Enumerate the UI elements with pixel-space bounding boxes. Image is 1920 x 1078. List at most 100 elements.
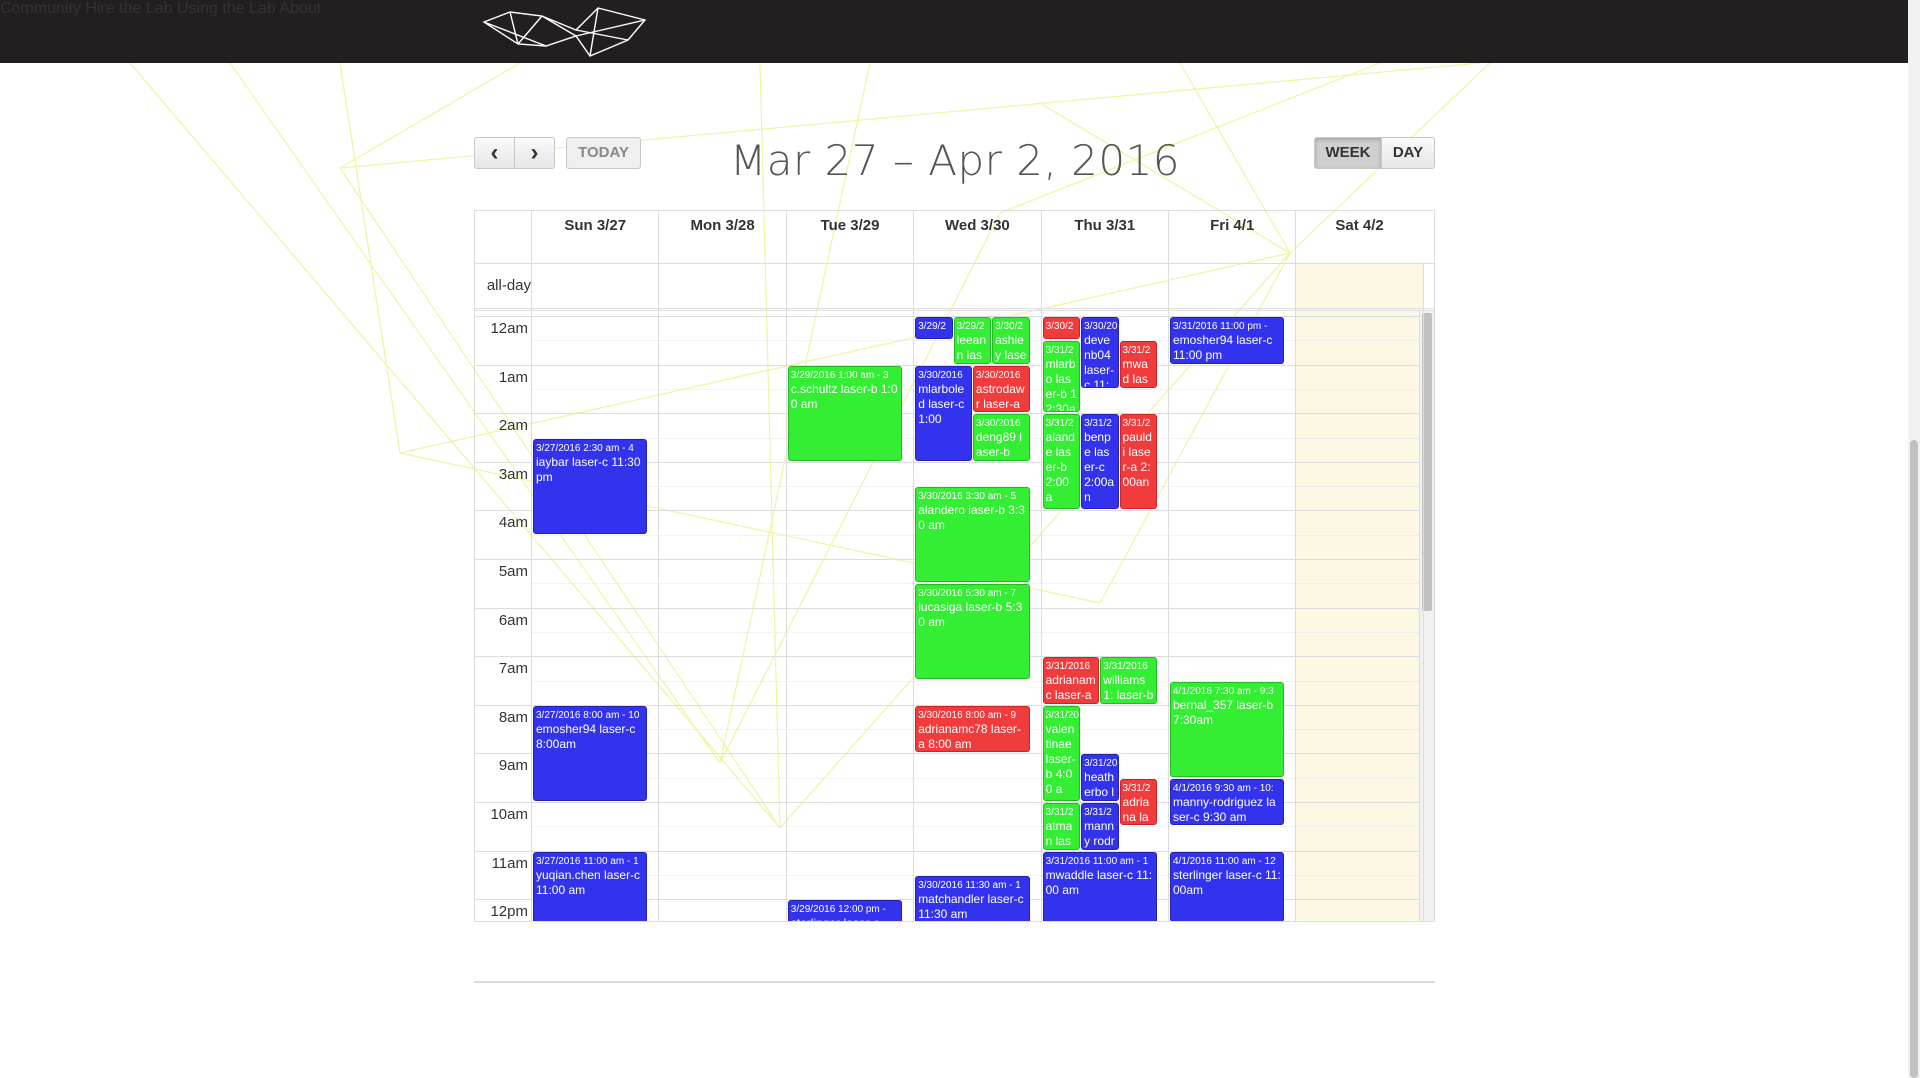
time-label: 4am — [498, 514, 528, 532]
day-header: Fri 4/1 — [1168, 211, 1295, 263]
calendar-event[interactable]: 3/31/2016heatherbo laser-c — [1081, 754, 1119, 801]
calendar-event[interactable]: 3/31/2mwad laser-a — [1119, 341, 1157, 388]
event-title: iaybar laser-c 11:30 pm — [536, 454, 641, 484]
day-separator — [1040, 311, 1042, 921]
calendar-event[interactable]: 3/30/2016 deng89 laser-b — [972, 414, 1030, 461]
event-time: 3/30/2016 — [975, 369, 1021, 381]
event-time: 3/29/2 — [918, 321, 946, 332]
calendar-event[interactable]: 4/1/2016 9:30 am - 10: manny-rodriguez la… — [1170, 778, 1285, 826]
calendar-event[interactable]: 3/27/2016 2:30 am - 4 iaybar laser-c 11:3… — [533, 438, 648, 534]
time-label: 11am — [491, 854, 528, 872]
event-title: alandero laser-b 3:30 am — [918, 503, 1025, 533]
time-label: 3am — [498, 465, 528, 483]
day-separator — [913, 311, 915, 921]
calendar-event[interactable]: 3/27/2016 8:00 am - 10 emosher94 laser-c … — [533, 705, 648, 801]
chevron-right-icon: › — [530, 139, 539, 166]
day-separator — [785, 263, 787, 311]
event-title: manny-rodriguez laser-c 9:30 am — [1173, 794, 1276, 824]
prev-week-button[interactable]: ‹ — [474, 137, 515, 169]
event-time: 3/27/2016 11:00 am - 1 — [536, 855, 639, 867]
calendar-event[interactable]: 3/31/2 benpe laser-c 2:00an — [1081, 414, 1119, 510]
nav-using-the-lab[interactable]: Using the Lab — [177, 0, 276, 17]
event-title: devenb04 laser-c 11:30 p — [1084, 333, 1115, 388]
calendar-event[interactable]: 3/29/2016 12:00 pm -sterlinger laser-c — [787, 900, 903, 921]
calendar-event[interactable]: 3/27/2016 11:00 am - 1 yuqian.chen laser-… — [533, 851, 648, 921]
half-hour-line — [531, 680, 1419, 682]
lab-logo-icon[interactable] — [480, 2, 650, 60]
nav-community[interactable]: Community — [0, 0, 81, 17]
event-time: 3/30/2 — [995, 321, 1023, 332]
time-label: 9am — [498, 757, 528, 775]
calendar-event[interactable]: 3/30/2016 mlarboled laser-c 1:00 — [915, 365, 972, 461]
event-time: 4/1/2016 9:30 am - 10: — [1173, 782, 1274, 794]
day-header: Mon 3/28 — [658, 211, 785, 263]
next-week-button[interactable]: › — [514, 137, 555, 169]
nav-about[interactable]: About — [279, 0, 321, 17]
all-day-label: all-day — [486, 277, 531, 294]
day-separator — [1040, 263, 1042, 311]
event-time: 3/31/2016 — [1045, 661, 1091, 673]
calendar-event[interactable]: 3/29/2 — [915, 317, 953, 340]
day-header: Sun 3/27 — [531, 211, 658, 263]
week-view-button[interactable]: WEEK — [1314, 137, 1382, 169]
day-separator — [658, 311, 660, 921]
event-time: 3/31/2 — [1122, 782, 1151, 794]
day-separator — [531, 311, 532, 921]
calendar-event[interactable]: 3/31/2016 11:00 pm - emosher94 laser-c 1… — [1170, 317, 1285, 364]
calendar-event[interactable]: 3/31/2016valentinae laser-b 4:00 a — [1042, 705, 1081, 801]
half-hour-line — [531, 777, 1419, 779]
event-time: 3/29/2 — [956, 321, 985, 332]
event-time: 3/31/2016 — [1045, 709, 1079, 721]
event-title: ashley laser-b — [995, 333, 1027, 362]
today-button[interactable]: TODAY — [566, 137, 641, 169]
event-title: mwad laser-a — [1122, 357, 1148, 387]
time-label: 2am — [498, 417, 528, 435]
calendar-event[interactable]: 3/30/2016 8:00 am - 9 adrianamc78 laser-a… — [915, 705, 1030, 753]
event-time: 3/31/2 — [1084, 418, 1112, 430]
calendar-event[interactable]: 3/30/2016 5:30 am - 7 lucasiga laser-b 5:… — [915, 584, 1030, 680]
calendar-event[interactable]: 3/31/2016adrianamc laser-a 7:0 — [1042, 657, 1100, 704]
calendar-event[interactable]: 3/31/2manny rodriguez — [1081, 803, 1119, 850]
day-separator — [658, 263, 660, 311]
day-separator — [531, 263, 532, 311]
calendar-event[interactable]: 3/31/2 pauldi laser-a 2:00an — [1119, 414, 1157, 510]
event-time: 3/29/2016 1:00 am - 3 — [790, 369, 889, 381]
all-day-row[interactable] — [475, 263, 1434, 311]
calendar-event[interactable]: 3/31/2016 williams1: laser-b — [1100, 657, 1157, 704]
half-hour-line — [531, 826, 1419, 828]
event-time: 3/30/2 — [1045, 321, 1074, 332]
event-title: mlarboled laser-c 1:00 — [918, 381, 965, 426]
calendar-event[interactable]: 3/29/2016 1:00 am - 3 c.schultz laser-b 1… — [787, 365, 903, 461]
calendar-event[interactable]: 3/30/2ashley laser-b — [992, 317, 1030, 364]
page-scrollbar-thumb[interactable] — [1910, 440, 1918, 1078]
calendar-event[interactable]: 3/30/2 — [1042, 317, 1081, 340]
calendar-event[interactable]: 3/31/2adriana laser-a — [1119, 778, 1157, 826]
calendar-event[interactable]: 3/31/2mlarbo laser-b 12:30am — [1042, 341, 1081, 413]
calendar-title: Mar 27 – Apr 2, 2016 — [729, 136, 1181, 185]
calendar-event[interactable]: 3/29/2leeann laser-b — [953, 317, 992, 364]
event-time: 4/1/2016 7:30 am - 9:3 — [1173, 685, 1274, 697]
day-separator — [1295, 263, 1297, 311]
calendar-event[interactable]: 3/30/2016 astrodawr laser-a — [972, 365, 1030, 413]
calendar-event[interactable]: 3/30/2016devenb04 laser-c 11:30 p — [1081, 317, 1119, 388]
event-title: leeann laser-b — [956, 333, 987, 362]
time-label: 12pm — [490, 903, 528, 921]
time-grid[interactable]: 12am 1am 2am 3am 4am 5am 6am 7am 8am 9am 10am 11am 1… — [475, 311, 1434, 921]
day-view-button[interactable]: DAY — [1381, 137, 1435, 169]
day-separator — [1168, 263, 1169, 311]
calendar-event[interactable]: 4/1/2016 7:30 am - 9:3 bernal_357 laser-b… — [1170, 681, 1285, 777]
day-header: Wed 3/30 — [913, 211, 1040, 263]
event-time: 3/30/2016 — [1084, 321, 1118, 332]
calendar-event[interactable]: 4/1/2016 11:00 am - 12 sterlinger laser-c… — [1170, 851, 1285, 921]
nav-hire-the-lab[interactable]: Hire the Lab — [85, 0, 172, 17]
calendar-event[interactable]: 3/30/2016 3:30 am - 5 alandero laser-b 3:… — [915, 487, 1030, 583]
calendar-event[interactable]: 3/31/2016 11:00 am - 1 mwaddle laser-c 11… — [1042, 851, 1157, 921]
calendar-event[interactable]: 3/31/2 alande laser-b 2:00 a — [1042, 414, 1081, 510]
event-title: sterlinger laser-c 11:00am — [1173, 867, 1281, 897]
event-title: adrianamc laser-a 7:0 — [1045, 673, 1096, 703]
day-header: Thu 3/31 — [1040, 211, 1168, 263]
event-time: 3/31/2 — [1045, 418, 1074, 430]
calendar-event[interactable]: 3/31/2atman laser-b — [1042, 803, 1081, 850]
calendar-event[interactable]: 3/30/2016 11:30 am - 1 matchandler laser-… — [915, 875, 1030, 921]
event-title: benpe laser-c 2:00an — [1084, 430, 1115, 505]
